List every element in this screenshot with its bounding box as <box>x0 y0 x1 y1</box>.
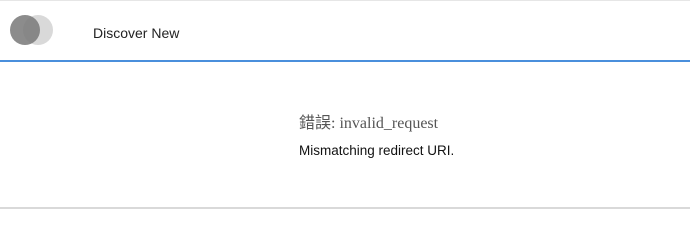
top-navbar: Discover New <box>0 1 690 62</box>
logo-circle-left <box>10 15 40 45</box>
error-title: 錯誤: invalid_request <box>299 115 439 132</box>
footer-divider <box>0 207 690 209</box>
discover-new-link[interactable]: Discover New <box>93 24 179 42</box>
overlapping-circles-logo-icon[interactable] <box>10 15 54 45</box>
error-message: Mismatching redirect URI. <box>299 143 455 158</box>
error-panel: 錯誤: invalid_request Mismatching redirect… <box>0 62 690 208</box>
